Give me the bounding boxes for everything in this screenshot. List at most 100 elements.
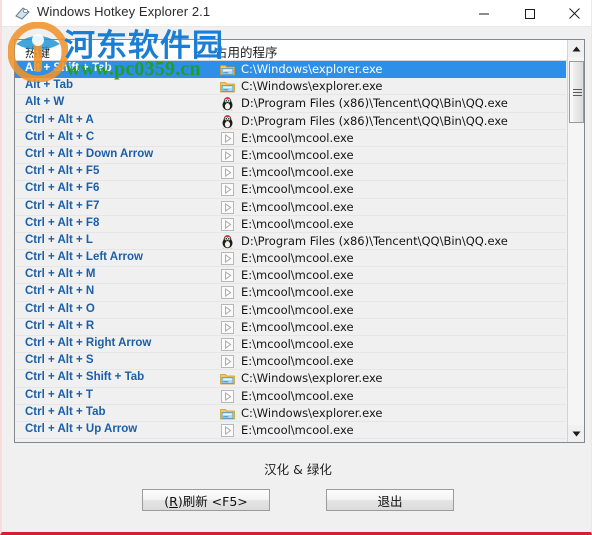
mcool-play-icon (220, 268, 235, 283)
row-program-path: C:\Windows\explorer.exe (241, 371, 383, 386)
row-hotkey: Ctrl + Alt + Up Arrow (25, 422, 138, 435)
row-program-path: E:\mcool\mcool.exe (241, 337, 354, 351)
refresh-button-label: (R)刷新 <F5> (164, 493, 248, 509)
hotkey-list[interactable]: 热键 占用的程序 Alt + Shift + Tab C:\Windows\exp… (14, 39, 585, 443)
qq-penguin-icon (220, 234, 235, 249)
column-header-program[interactable]: 占用的程序 (215, 42, 278, 61)
mcool-play-icon (220, 251, 235, 266)
explorer-icon (220, 62, 235, 77)
mcool-play-icon (220, 423, 235, 438)
scroll-down-button[interactable] (568, 425, 584, 442)
row-hotkey: Ctrl + Alt + Tab (25, 405, 106, 418)
explorer-icon (220, 79, 235, 94)
row-hotkey: Ctrl + Alt + C (25, 130, 95, 143)
close-button[interactable] (554, 0, 591, 27)
mcool-play-icon (220, 165, 235, 180)
footer-note: 汉化 & 绿化 (264, 462, 332, 477)
mcool-play-icon (221, 303, 234, 317)
table-row[interactable]: Ctrl + Alt + R E:\mcool\mcool.exe (15, 318, 566, 336)
table-row[interactable]: Ctrl + Alt + A D:\Program Files (x86)\Ten… (15, 112, 566, 130)
row-program-path: E:\mcool\mcool.exe (241, 165, 354, 180)
table-row[interactable]: Ctrl + Alt + Up Arrow E:\mcool\mcool.exe (15, 421, 566, 440)
mcool-play-icon (221, 355, 234, 369)
row-program-path: E:\mcool\mcool.exe (241, 251, 354, 266)
table-row[interactable]: Ctrl + Alt + S E:\mcool\mcool.exe (15, 353, 566, 371)
row-program-path: E:\mcool\mcool.exe (241, 199, 354, 214)
scroll-up-button[interactable] (568, 40, 584, 57)
row-hotkey: Ctrl + Alt + Down Arrow (25, 147, 154, 160)
row-hotkey: Ctrl + Alt + F7 (25, 199, 100, 212)
column-header-hotkey[interactable]: 热键 (25, 42, 50, 61)
table-row[interactable]: Ctrl + Alt + Tab C:\Windows\explorer.exe (15, 404, 566, 422)
scrollbar-track[interactable] (568, 57, 584, 425)
minimize-icon (479, 13, 489, 14)
mcool-play-icon (221, 286, 234, 300)
table-row[interactable]: Ctrl + Alt + T E:\mcool\mcool.exe (15, 387, 566, 405)
explorer-icon (220, 374, 235, 385)
row-program-path: D:\Program Files (x86)\Tencent\QQ\Bin\QQ… (241, 233, 508, 248)
mcool-play-icon (221, 389, 234, 403)
window-title: Windows Hotkey Explorer 2.1 (37, 4, 211, 19)
mcool-play-icon (220, 148, 235, 163)
table-row[interactable]: Ctrl + Alt + F7 E:\mcool\mcool.exe (15, 198, 566, 216)
list-header-row: 热键 占用的程序 (15, 40, 584, 61)
row-hotkey: Alt + W (25, 96, 65, 109)
row-program-path: E:\mcool\mcool.exe (241, 182, 354, 197)
row-hotkey: Ctrl + Alt + M (25, 268, 96, 281)
close-icon (568, 8, 580, 19)
table-row[interactable]: Ctrl + Alt + C E:\mcool\mcool.exe (15, 129, 566, 147)
row-program-path: E:\mcool\mcool.exe (241, 319, 354, 334)
exit-button-label: 退出 (377, 493, 403, 509)
table-row[interactable]: Alt + Shift + Tab C:\Windows\explorer.exe (15, 61, 566, 79)
qq-penguin-icon (222, 235, 233, 249)
chevron-down-icon (572, 431, 581, 436)
row-program-path: E:\mcool\mcool.exe (241, 422, 354, 437)
maximize-button[interactable] (508, 0, 552, 27)
minimize-button[interactable] (462, 0, 506, 27)
mcool-play-icon (221, 269, 234, 283)
table-row[interactable]: Ctrl + Alt + F8 E:\mcool\mcool.exe (15, 215, 566, 233)
row-hotkey: Ctrl + Alt + F8 (25, 216, 100, 229)
chevron-up-icon (572, 46, 581, 51)
table-row[interactable]: Ctrl + Alt + O E:\mcool\mcool.exe (15, 301, 566, 319)
row-program-path: E:\mcool\mcool.exe (241, 285, 354, 300)
table-row[interactable]: Ctrl + Alt + F6 E:\mcool\mcool.exe (15, 181, 566, 199)
table-row[interactable]: Ctrl + Alt + F5 E:\mcool\mcool.exe (15, 164, 566, 182)
mcool-play-icon (220, 354, 235, 369)
row-hotkey: Ctrl + Alt + Left Arrow (25, 251, 143, 264)
row-hotkey: Ctrl + Alt + Shift + Tab (25, 371, 145, 384)
maximize-icon (525, 8, 535, 19)
row-hotkey: Alt + Tab (25, 79, 74, 92)
exit-button[interactable]: 退出 (326, 489, 454, 511)
explorer-icon (220, 65, 235, 76)
mcool-play-icon (221, 423, 234, 437)
table-row[interactable]: Ctrl + Alt + Left Arrow E:\mcool\mcool.ex… (15, 250, 566, 268)
vertical-scrollbar[interactable] (567, 40, 584, 442)
table-row[interactable]: Ctrl + Alt + Right Arrow E:\mcool\mcool.e… (15, 336, 566, 354)
mcool-play-icon (221, 217, 234, 231)
mcool-play-icon (220, 131, 235, 146)
row-hotkey: Ctrl + Alt + F6 (25, 182, 100, 195)
table-row[interactable]: Alt + Tab C:\Windows\explorer.exe (15, 78, 566, 96)
mcool-play-icon (220, 217, 235, 232)
mcool-play-icon (220, 389, 235, 404)
mcool-play-icon (220, 303, 235, 318)
table-row[interactable]: Ctrl + Alt + M E:\mcool\mcool.exe (15, 267, 566, 285)
mcool-play-icon (221, 131, 234, 145)
table-row[interactable]: Ctrl + Alt + L D:\Program Files (x86)\Ten… (15, 232, 566, 251)
row-program-path: E:\mcool\mcool.exe (241, 130, 354, 145)
mcool-play-icon (221, 166, 234, 180)
table-row[interactable]: Ctrl + Alt + Down Arrow E:\mcool\mcool.ex… (15, 146, 566, 165)
refresh-button[interactable]: (R)刷新 <F5> (142, 489, 270, 511)
table-row[interactable]: Ctrl + Alt + Shift + Tab C:\Windows\explo… (15, 370, 566, 388)
table-row[interactable]: Ctrl + Alt + N E:\mcool\mcool.exe (15, 284, 566, 302)
table-row[interactable]: Alt + W D:\Program Files (x86)\Tencent\QQ… (15, 95, 566, 113)
mcool-play-icon (220, 200, 235, 215)
qq-penguin-icon (220, 96, 235, 111)
explorer-icon (220, 371, 235, 386)
mcool-play-icon (220, 285, 235, 300)
hotkey-app-icon (14, 6, 31, 21)
row-program-path: D:\Program Files (x86)\Tencent\QQ\Bin\QQ… (241, 96, 508, 111)
scrollbar-thumb[interactable] (569, 61, 584, 123)
column-divider[interactable] (209, 41, 210, 60)
